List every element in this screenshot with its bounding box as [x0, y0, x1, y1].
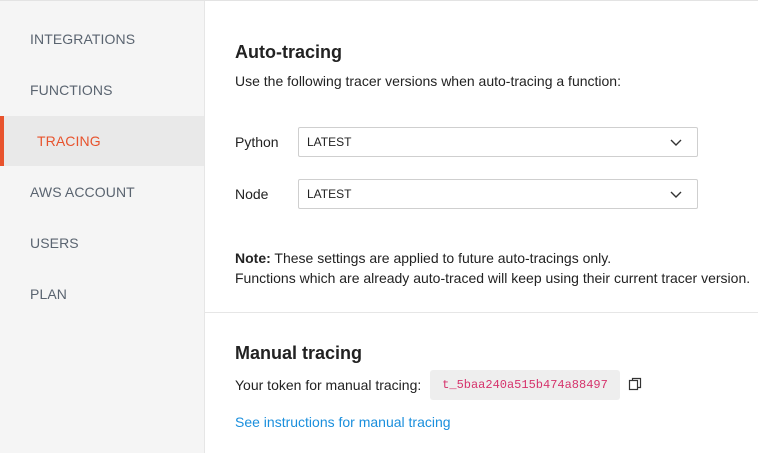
sidebar-item-aws-account[interactable]: AWS ACCOUNT [0, 167, 204, 217]
manual-tracing-token: t_5baa240a515b474a88497 [430, 370, 620, 400]
sidebar-item-functions[interactable]: FUNCTIONS [0, 65, 204, 115]
chevron-down-icon [670, 139, 682, 146]
python-version-select[interactable]: LATEST [298, 127, 698, 157]
copy-icon[interactable] [628, 377, 642, 391]
sidebar-item-tracing[interactable]: TRACING [0, 116, 204, 166]
chevron-down-icon [670, 191, 682, 198]
sidebar-item-users[interactable]: USERS [0, 218, 204, 268]
note-text: Note: These settings are applied to futu… [235, 248, 750, 288]
python-version-value: LATEST [307, 135, 352, 149]
note-line-1: These settings are applied to future aut… [270, 250, 612, 266]
sidebar-item-plan[interactable]: PLAN [0, 269, 204, 319]
main-content: Auto-tracing Use the following tracer ve… [205, 1, 758, 453]
node-version-value: LATEST [307, 187, 352, 201]
note-label: Note: [235, 250, 271, 266]
node-version-select[interactable]: LATEST [298, 179, 698, 209]
note-line-2: Functions which are already auto-traced … [235, 270, 751, 286]
sidebar: INTEGRATIONS FUNCTIONS TRACING AWS ACCOU… [0, 1, 205, 453]
auto-tracing-title: Auto-tracing [235, 42, 342, 62]
section-divider [205, 312, 758, 313]
settings-page: INTEGRATIONS FUNCTIONS TRACING AWS ACCOU… [0, 0, 758, 453]
token-label: Your token for manual tracing: [235, 377, 422, 393]
manual-tracing-title: Manual tracing [235, 343, 363, 363]
manual-tracing-instructions-link[interactable]: See instructions for manual tracing [235, 414, 451, 430]
auto-tracing-description: Use the following tracer versions when a… [235, 73, 621, 89]
sidebar-item-integrations[interactable]: INTEGRATIONS [0, 14, 204, 64]
node-label: Node [235, 186, 269, 202]
python-label: Python [235, 134, 279, 150]
